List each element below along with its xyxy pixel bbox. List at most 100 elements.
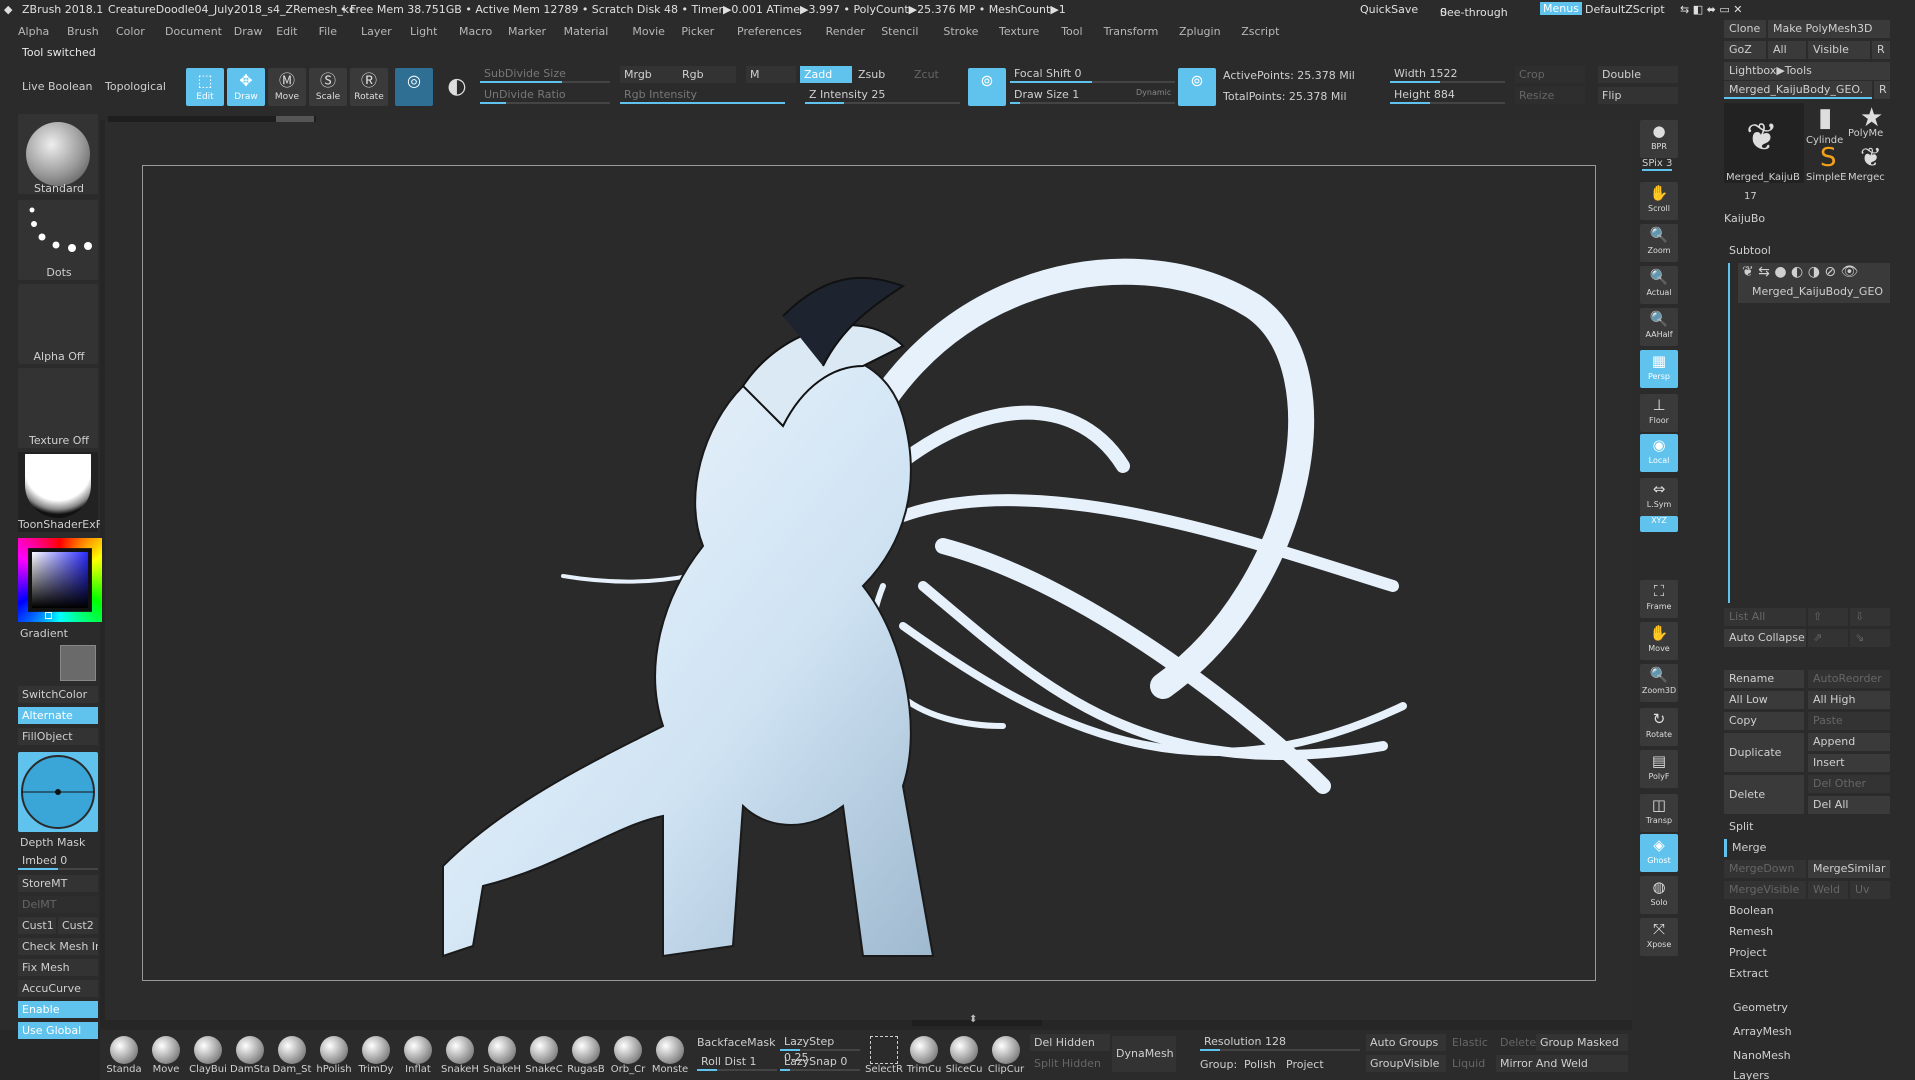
viewport-scroll-thumb[interactable] [276,116,314,122]
use-global-button[interactable]: Use Global [18,1022,98,1039]
goz-all-button[interactable]: All [1768,41,1806,59]
kaiju-creature-model[interactable] [143,166,1597,982]
menu-transform[interactable]: Transform [1104,25,1159,38]
make-polymesh-button[interactable]: Make PolyMesh3D [1768,20,1890,38]
auto-groups-button[interactable]: Auto Groups [1366,1034,1446,1051]
lazy-step-slider[interactable]: LazyStep 0.25 [780,1034,860,1064]
menu-brush[interactable]: Brush [67,25,99,38]
alternate-button[interactable]: Alternate [18,707,98,724]
xpose-button[interactable]: ⤧ Xpose [1640,918,1678,956]
subtool-scrollbar[interactable] [1728,263,1730,603]
group-delete-button[interactable]: Delete [1496,1034,1536,1051]
crop-button[interactable]: Crop [1515,66,1585,83]
local-button[interactable]: ◉ Local [1640,434,1678,472]
elastic-button[interactable]: Elastic [1448,1034,1498,1051]
material-sphere-button[interactable]: ◐ [438,68,476,106]
goz-visible-button[interactable]: Visible [1808,41,1870,59]
group-visible-button[interactable]: GroupVisible [1366,1055,1446,1072]
mrgb-button[interactable]: Mrgb [620,66,678,83]
height-slider[interactable]: Height 884 [1390,87,1505,104]
width-slider[interactable]: Width 1522 [1390,66,1505,83]
del-mt-button[interactable]: DelMT [18,896,98,913]
polish-button[interactable]: Polish [1244,1058,1276,1071]
project-section[interactable]: Project [1724,944,1890,962]
menu-color[interactable]: Color [116,25,145,38]
all-low-button[interactable]: All Low [1724,691,1804,709]
rename-button[interactable]: Rename [1724,670,1804,688]
window-controls-icon[interactable]: ⇆ ◧ ⬌ ▭ ✕ [1680,3,1742,16]
brush-snakeh-9[interactable]: SnakeH [482,1036,522,1075]
del-all-button[interactable]: Del All [1808,796,1890,814]
group-masked-button[interactable]: Group Masked [1536,1034,1628,1051]
menu-macro[interactable]: Macro [459,25,492,38]
nano-mesh-section[interactable]: NanoMesh [1728,1047,1894,1065]
z-intensity-slider[interactable]: Z Intensity 25 [805,87,960,104]
cust2-button[interactable]: Cust2 [58,917,98,934]
scroll-button[interactable]: ✋ Scroll [1640,182,1678,220]
polyf-button[interactable]: ▤ PolyF [1640,750,1678,788]
polyframe-toggle[interactable]: ◎ [395,68,433,106]
bpr-button[interactable]: ● BPR [1640,120,1678,158]
paste-button[interactable]: Paste [1808,712,1890,730]
array-mesh-section[interactable]: ArrayMesh [1728,1023,1894,1041]
duplicate-button[interactable]: Duplicate [1724,733,1804,772]
resolution-slider[interactable]: Resolution 128 [1200,1034,1360,1051]
zoom-button[interactable]: 🔍 Zoom [1640,224,1678,262]
menu-light[interactable]: Light [410,25,437,38]
xyz-button[interactable]: XYZ [1640,516,1678,532]
brush-claybui-2[interactable]: ClayBui [188,1036,228,1075]
flip-button[interactable]: Flip [1598,87,1678,104]
aahalf-button[interactable]: 🔍 AAHalf [1640,308,1678,346]
brush-rugasb-11[interactable]: RugasB [566,1036,606,1075]
menu-zplugin[interactable]: Zplugin [1179,25,1221,38]
saturation-square[interactable] [32,552,88,608]
subtool-item[interactable]: ❦ ⇆ ● ◐ ◑ ⊘ 👁 Merged_KaijuBody_GEO [1738,263,1890,303]
fix-mesh-button[interactable]: Fix Mesh [18,959,98,976]
menu-zscript[interactable]: Zscript [1241,25,1279,38]
insert-button[interactable]: Insert [1808,754,1890,772]
move-out-button[interactable]: ⇘ [1850,629,1890,647]
resize-button[interactable]: Resize [1515,87,1585,104]
zadd-button[interactable]: Zadd [800,66,852,83]
secondary-color-swatch[interactable] [60,645,96,681]
dynamesh-button[interactable]: DynaMesh [1112,1036,1176,1072]
current-tool-slider[interactable]: Merged_KaijuBody_GEO. [1724,81,1872,99]
enable-button[interactable]: Enable [18,1001,98,1018]
brush-orb_cr-12[interactable]: Orb_Cr [608,1036,648,1075]
merge-button[interactable]: Merge [1724,839,1890,857]
draw-button[interactable]: ✥ Draw [227,68,265,106]
default-zscript-button[interactable]: DefaultZScript [1585,3,1665,16]
solo-button[interactable]: ◍ Solo [1640,876,1678,914]
menu-draw[interactable]: Draw [234,25,263,38]
copy-button[interactable]: Copy [1724,712,1804,730]
topological-button[interactable]: Topological [105,80,166,93]
m-button[interactable]: M [746,66,796,83]
append-button[interactable]: Append [1808,733,1890,751]
ghost-button[interactable]: ◈ Ghost [1640,834,1678,872]
brush-trimdy-6[interactable]: TrimDy [356,1036,396,1075]
focal-shift-toggle[interactable]: ⊚ [968,68,1006,106]
fill-object-button[interactable]: FillObject [18,728,98,745]
frame-button[interactable]: ⛶ Frame [1640,580,1678,618]
del-other-button[interactable]: Del Other [1808,775,1890,793]
store-mt-button[interactable]: StoreMT [18,875,98,892]
lsym-button[interactable]: ⇔ L.Sym [1640,478,1678,516]
menu-document[interactable]: Document [165,25,222,38]
color-picker[interactable] [18,538,102,622]
check-mesh-button[interactable]: Check Mesh In [18,938,98,955]
brush-damsta-3[interactable]: DamSta [230,1036,270,1075]
actual-button[interactable]: 🔍 Actual [1640,266,1678,304]
merge-down-button[interactable]: MergeDown [1724,860,1806,878]
geometry-section[interactable]: Geometry [1728,999,1894,1017]
weld-button[interactable]: Weld [1808,881,1848,899]
trim-curve-brush[interactable]: TrimCu [904,1036,944,1075]
canvas-frame[interactable] [142,165,1596,981]
brush-hpolish-5[interactable]: hPolish [314,1036,354,1075]
del-hidden-button[interactable]: Del Hidden [1030,1034,1110,1051]
goz-button[interactable]: GoZ [1724,41,1766,59]
liquid-button[interactable]: Liquid [1448,1055,1498,1072]
tool-r-button[interactable]: R [1874,81,1890,99]
brush-standa-0[interactable]: Standa [104,1036,144,1075]
viewport-bottom-scrollbar[interactable]: ⬍ [912,1014,1042,1026]
switch-color-button[interactable]: SwitchColor [18,686,98,703]
